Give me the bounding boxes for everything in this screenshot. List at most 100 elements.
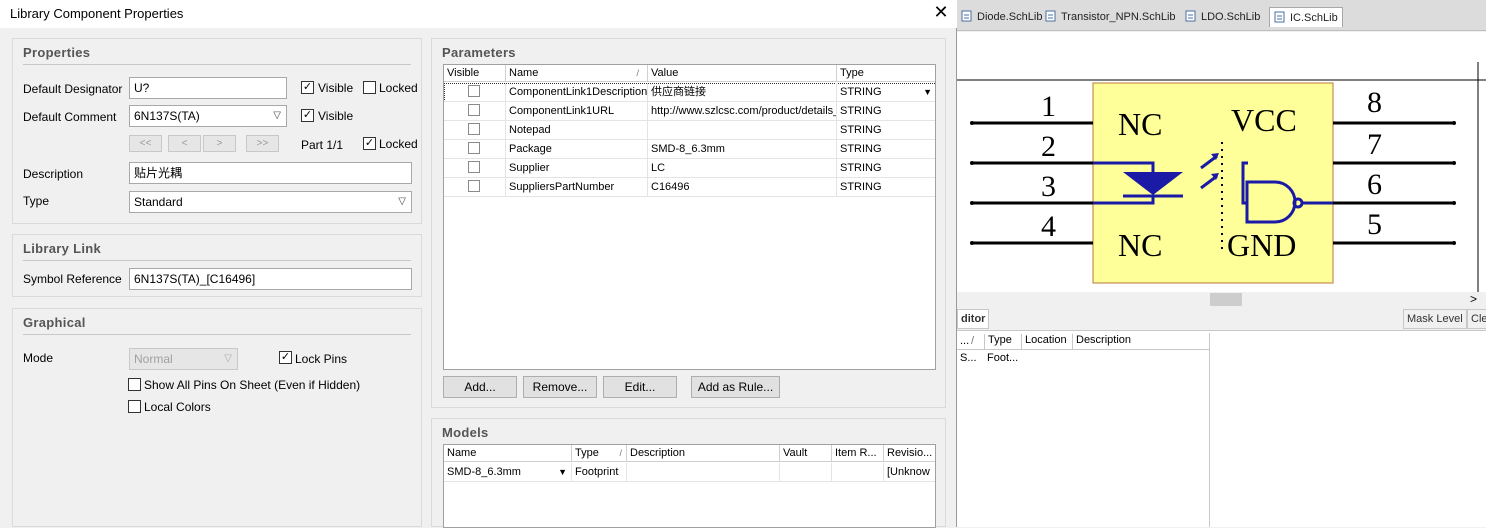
tab-ic-schlib[interactable]: IC.SchLib	[1269, 7, 1343, 27]
properties-title: Properties	[23, 45, 91, 60]
param-type-combo[interactable]: STRING ▼	[837, 83, 935, 102]
default-designator-input[interactable]: U?	[129, 77, 287, 99]
sort-icon: /	[619, 448, 622, 458]
document-tab-bar: Diode.SchLib Transistor_NPN.SchLib LDO.S…	[957, 0, 1486, 31]
default-comment-combo[interactable]: 6N137S(TA) ▽	[129, 105, 287, 127]
param-type: STRING	[837, 102, 935, 121]
param-value	[648, 121, 837, 140]
pin-number: 3	[1041, 170, 1056, 203]
add-parameter-button[interactable]: Add...	[443, 376, 517, 398]
tab-ldo-schlib[interactable]: LDO.SchLib	[1185, 7, 1260, 27]
models-list[interactable]: ... / Type Location Description S... Foo…	[957, 333, 1210, 527]
col-name[interactable]: Name	[444, 445, 572, 462]
table-row[interactable]: Supplier LC STRING	[444, 159, 935, 178]
type-combo[interactable]: Standard ▽	[129, 191, 412, 213]
visible-cell	[444, 140, 506, 159]
mask-level-button[interactable]: Mask Level	[1403, 309, 1467, 329]
scrollbar-thumb[interactable]	[1210, 293, 1242, 306]
table-row[interactable]: SuppliersPartNumber C16496 STRING	[444, 178, 935, 197]
schematic-canvas[interactable]: 1 2 3 4 8 7 6 5 NC VCC NC GND	[957, 32, 1486, 292]
designator-locked-checkbox[interactable]	[363, 81, 376, 94]
mode-combo[interactable]: Normal ▽	[129, 348, 238, 370]
visible-checkbox[interactable]	[468, 123, 480, 135]
scroll-right-icon[interactable]: >	[1470, 292, 1477, 306]
model-name-combo[interactable]: SMD-8_6.3mm ▼	[444, 463, 572, 482]
parameters-grid[interactable]: Visible Name / Value Type ComponentLink1…	[443, 64, 936, 370]
visible-checkbox[interactable]	[468, 180, 480, 192]
table-row[interactable]: ComponentLink1URL http://www.szlcsc.com/…	[444, 102, 935, 121]
visible-checkbox[interactable]	[468, 161, 480, 173]
visible-checkbox[interactable]	[468, 104, 480, 116]
part-indicator: Part 1/1	[301, 138, 344, 152]
dialog-titlebar[interactable]: Library Component Properties ✕	[0, 0, 957, 28]
add-as-rule-button[interactable]: Add as Rule...	[691, 376, 780, 398]
library-link-divider	[23, 260, 411, 261]
col-revision[interactable]: Revisio...	[884, 445, 935, 462]
horizontal-scrollbar[interactable]: >	[957, 292, 1486, 307]
table-row[interactable]: Package SMD-8_6.3mm STRING	[444, 140, 935, 159]
col-value[interactable]: Value	[648, 65, 837, 82]
symbol-reference-input[interactable]: 6N137S(TA)_[C16496]	[129, 268, 412, 290]
col-vault[interactable]: Vault	[780, 445, 832, 462]
col-location[interactable]: Location	[1021, 334, 1067, 350]
visible-checkbox[interactable]	[468, 142, 480, 154]
sort-icon: /	[636, 68, 639, 78]
tab-diode-schlib[interactable]: Diode.SchLib	[961, 7, 1042, 27]
edit-parameter-button[interactable]: Edit...	[603, 376, 677, 398]
param-value: SMD-8_6.3mm	[648, 140, 837, 159]
col-name[interactable]: ...	[960, 335, 969, 347]
remove-parameter-button[interactable]: Remove...	[523, 376, 597, 398]
col-name[interactable]: Name /	[506, 65, 648, 82]
next-part-button[interactable]: >	[203, 135, 236, 152]
col-visible[interactable]: Visible	[444, 65, 506, 82]
first-part-button[interactable]: <<	[129, 135, 162, 152]
prev-part-button[interactable]: <	[168, 135, 201, 152]
table-row[interactable]: ComponentLink1Description 供应商链接 STRING ▼	[444, 83, 935, 102]
model-editor-tab[interactable]: ditor	[957, 309, 990, 329]
tab-transistor-npn-schlib[interactable]: Transistor_NPN.SchLib	[1045, 7, 1176, 27]
lock-pins-checkbox[interactable]: ✓	[279, 351, 292, 364]
default-comment-label: Default Comment	[23, 110, 117, 124]
models-header: Name Type / Description Vault Item R... …	[444, 445, 935, 462]
param-value: LC	[648, 159, 837, 178]
model-name: SMD-8_6.3mm	[447, 466, 521, 478]
table-row[interactable]: Notepad STRING	[444, 121, 935, 140]
last-part-button[interactable]: >>	[246, 135, 279, 152]
designator-visible-checkbox[interactable]: ✓	[301, 81, 314, 94]
description-input[interactable]: 贴片光耦	[129, 162, 412, 184]
dialog-body: Properties Default Designator U? ✓ Visib…	[0, 28, 956, 528]
comment-visible-checkbox[interactable]: ✓	[301, 109, 314, 122]
col-description[interactable]: Description	[1072, 334, 1131, 350]
tab-label: Transistor_NPN.SchLib	[1061, 11, 1176, 23]
visible-checkbox[interactable]	[468, 85, 480, 97]
dialog-title: Library Component Properties	[10, 6, 184, 21]
model-vault	[780, 463, 832, 482]
table-row[interactable]: SMD-8_6.3mm ▼ Footprint [Unknow	[444, 463, 935, 482]
param-value: 供应商链接	[648, 83, 837, 102]
part-locked-checkbox[interactable]: ✓	[363, 137, 376, 150]
param-name: Notepad	[506, 121, 648, 140]
local-colors-checkbox[interactable]	[128, 400, 141, 413]
param-type: STRING	[840, 86, 882, 98]
clear-button[interactable]: Cle	[1467, 309, 1486, 329]
param-value: http://www.szlcsc.com/product/details_17…	[648, 102, 837, 121]
col-description[interactable]: Description	[627, 445, 780, 462]
models-grid[interactable]: Name Type / Description Vault Item R... …	[443, 444, 936, 528]
left-pins	[972, 121, 1093, 245]
schlib-icon	[1045, 10, 1056, 22]
visible-cell	[444, 121, 506, 140]
param-name: SuppliersPartNumber	[506, 178, 648, 197]
description-label: Description	[23, 167, 84, 181]
pin-number: 5	[1367, 208, 1382, 241]
visible-cell	[444, 178, 506, 197]
col-item-rev[interactable]: Item R...	[832, 445, 884, 462]
param-type: STRING	[837, 140, 935, 159]
list-item[interactable]: S... Foot...	[957, 352, 1210, 370]
close-button[interactable]: ✕	[930, 3, 952, 23]
param-name: ComponentLink1URL	[506, 102, 648, 121]
col-type[interactable]: Type /	[572, 445, 627, 462]
show-all-pins-checkbox[interactable]	[128, 378, 141, 391]
col-type[interactable]: Type	[984, 334, 1012, 350]
type-label: Type	[23, 194, 50, 208]
col-type[interactable]: Type	[837, 65, 935, 82]
